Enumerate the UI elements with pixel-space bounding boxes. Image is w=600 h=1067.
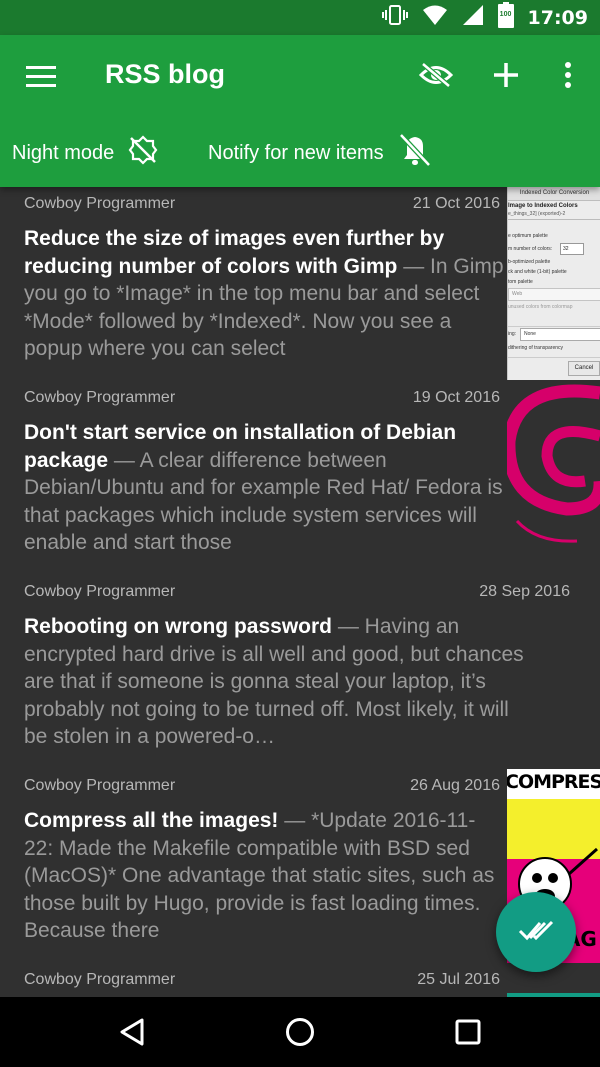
notify-toggle[interactable]: Notify for new items — [208, 133, 432, 173]
item-text: Don't start service on installation of D… — [24, 419, 504, 557]
wifi-icon — [422, 4, 448, 31]
feed-name: Cowboy Programmer — [24, 971, 176, 988]
visibility-off-icon[interactable] — [418, 57, 454, 93]
item-title: Rebooting on wrong password — [24, 615, 332, 638]
item-date: 19 Oct 2016 — [412, 389, 500, 406]
item-thumbnail: Indexed Color Conversion Image to Indexe… — [507, 187, 600, 380]
mark-all-read-button[interactable] — [496, 892, 576, 972]
item-thumbnail-swirl — [507, 381, 600, 546]
brightness-off-icon — [128, 135, 158, 171]
battery-level-label: 100 — [499, 11, 512, 18]
item-text: Reduce the size of images even further b… — [24, 225, 504, 363]
item-text: Compress all the images! — *Update 2016-… — [24, 807, 504, 945]
done-all-icon — [518, 919, 554, 946]
feed-list[interactable]: Cowboy Programmer 21 Oct 2016 Reduce the… — [0, 187, 600, 997]
item-title: Compress all the images! — [24, 809, 279, 832]
menu-icon[interactable] — [26, 63, 56, 89]
feed-name: Cowboy Programmer — [24, 389, 176, 406]
vibrate-icon — [381, 4, 408, 31]
list-item[interactable]: Cowboy Programmer 28 Sep 2016 Rebooting … — [0, 575, 600, 769]
notifications-off-icon — [398, 132, 432, 174]
status-bar: 100 17:09 — [0, 0, 600, 35]
item-date: 21 Oct 2016 — [412, 195, 500, 212]
page-title: RSS blog — [105, 59, 225, 89]
notify-label: Notify for new items — [208, 141, 384, 164]
home-icon[interactable] — [280, 1012, 320, 1052]
signal-icon — [462, 4, 484, 31]
night-mode-label: Night mode — [12, 141, 115, 164]
item-text: Rebooting on wrong password — Having an … — [24, 613, 524, 751]
more-vert-icon[interactable] — [550, 57, 586, 93]
toggle-row: Night mode Notify for new items — [0, 133, 600, 173]
status-time: 17:09 — [527, 6, 588, 29]
app-toolbar: RSS blog Night mode Notify for new items — [0, 35, 600, 187]
battery-icon: 100 — [497, 2, 514, 33]
list-item[interactable]: Cowboy Programmer 19 Oct 2016 Don't star… — [0, 381, 600, 575]
list-item[interactable]: Cowboy Programmer 25 Jul 2016 — [0, 963, 600, 997]
item-date: 28 Sep 2016 — [479, 583, 570, 600]
night-mode-toggle[interactable]: Night mode — [12, 133, 158, 173]
feed-name: Cowboy Programmer — [24, 583, 176, 600]
item-title: Reduce the size of images even further b… — [24, 227, 445, 278]
list-item[interactable]: Cowboy Programmer 21 Oct 2016 Reduce the… — [0, 187, 600, 381]
item-date: 26 Aug 2016 — [410, 777, 500, 794]
system-nav-bar — [0, 997, 600, 1067]
add-icon[interactable] — [488, 57, 524, 93]
back-icon[interactable] — [112, 1012, 152, 1052]
feed-name: Cowboy Programmer — [24, 195, 176, 212]
item-date: 25 Jul 2016 — [417, 971, 500, 988]
recents-icon[interactable] — [448, 1012, 488, 1052]
feed-name: Cowboy Programmer — [24, 777, 176, 794]
